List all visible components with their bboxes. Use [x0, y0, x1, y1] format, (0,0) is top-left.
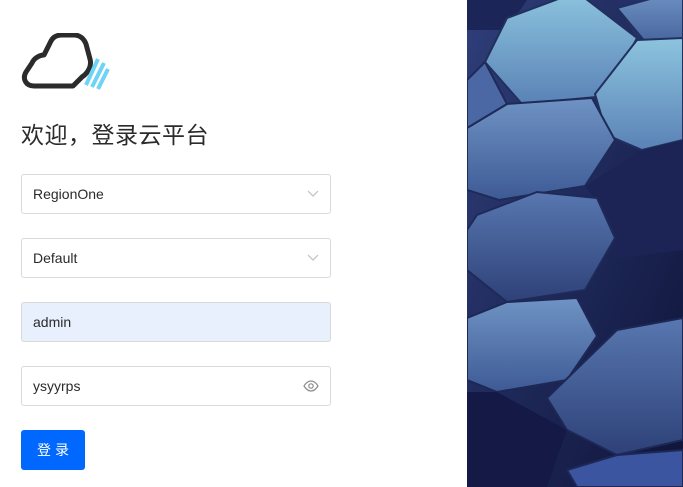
page-title: 欢迎，登录云平台 [21, 123, 209, 149]
region-select-value: RegionOne [33, 186, 104, 202]
hexagon-background-image [467, 0, 683, 487]
cloud-logo-icon [21, 33, 110, 90]
domain-select-value: Default [33, 250, 78, 266]
chevron-down-icon[interactable] [307, 254, 319, 262]
username-input[interactable]: admin [21, 302, 331, 342]
domain-select[interactable]: Default [21, 238, 331, 278]
password-input-value: ysyyrps [33, 378, 81, 394]
login-button[interactable]: 登录 [21, 430, 85, 470]
login-panel: 欢迎，登录云平台 RegionOne Default admin ysyyrps… [0, 0, 467, 487]
chevron-down-icon[interactable] [307, 190, 319, 198]
username-input-value: admin [33, 314, 72, 330]
password-input[interactable]: ysyyrps [21, 366, 331, 406]
eye-icon[interactable] [303, 380, 319, 392]
region-select[interactable]: RegionOne [21, 174, 331, 214]
